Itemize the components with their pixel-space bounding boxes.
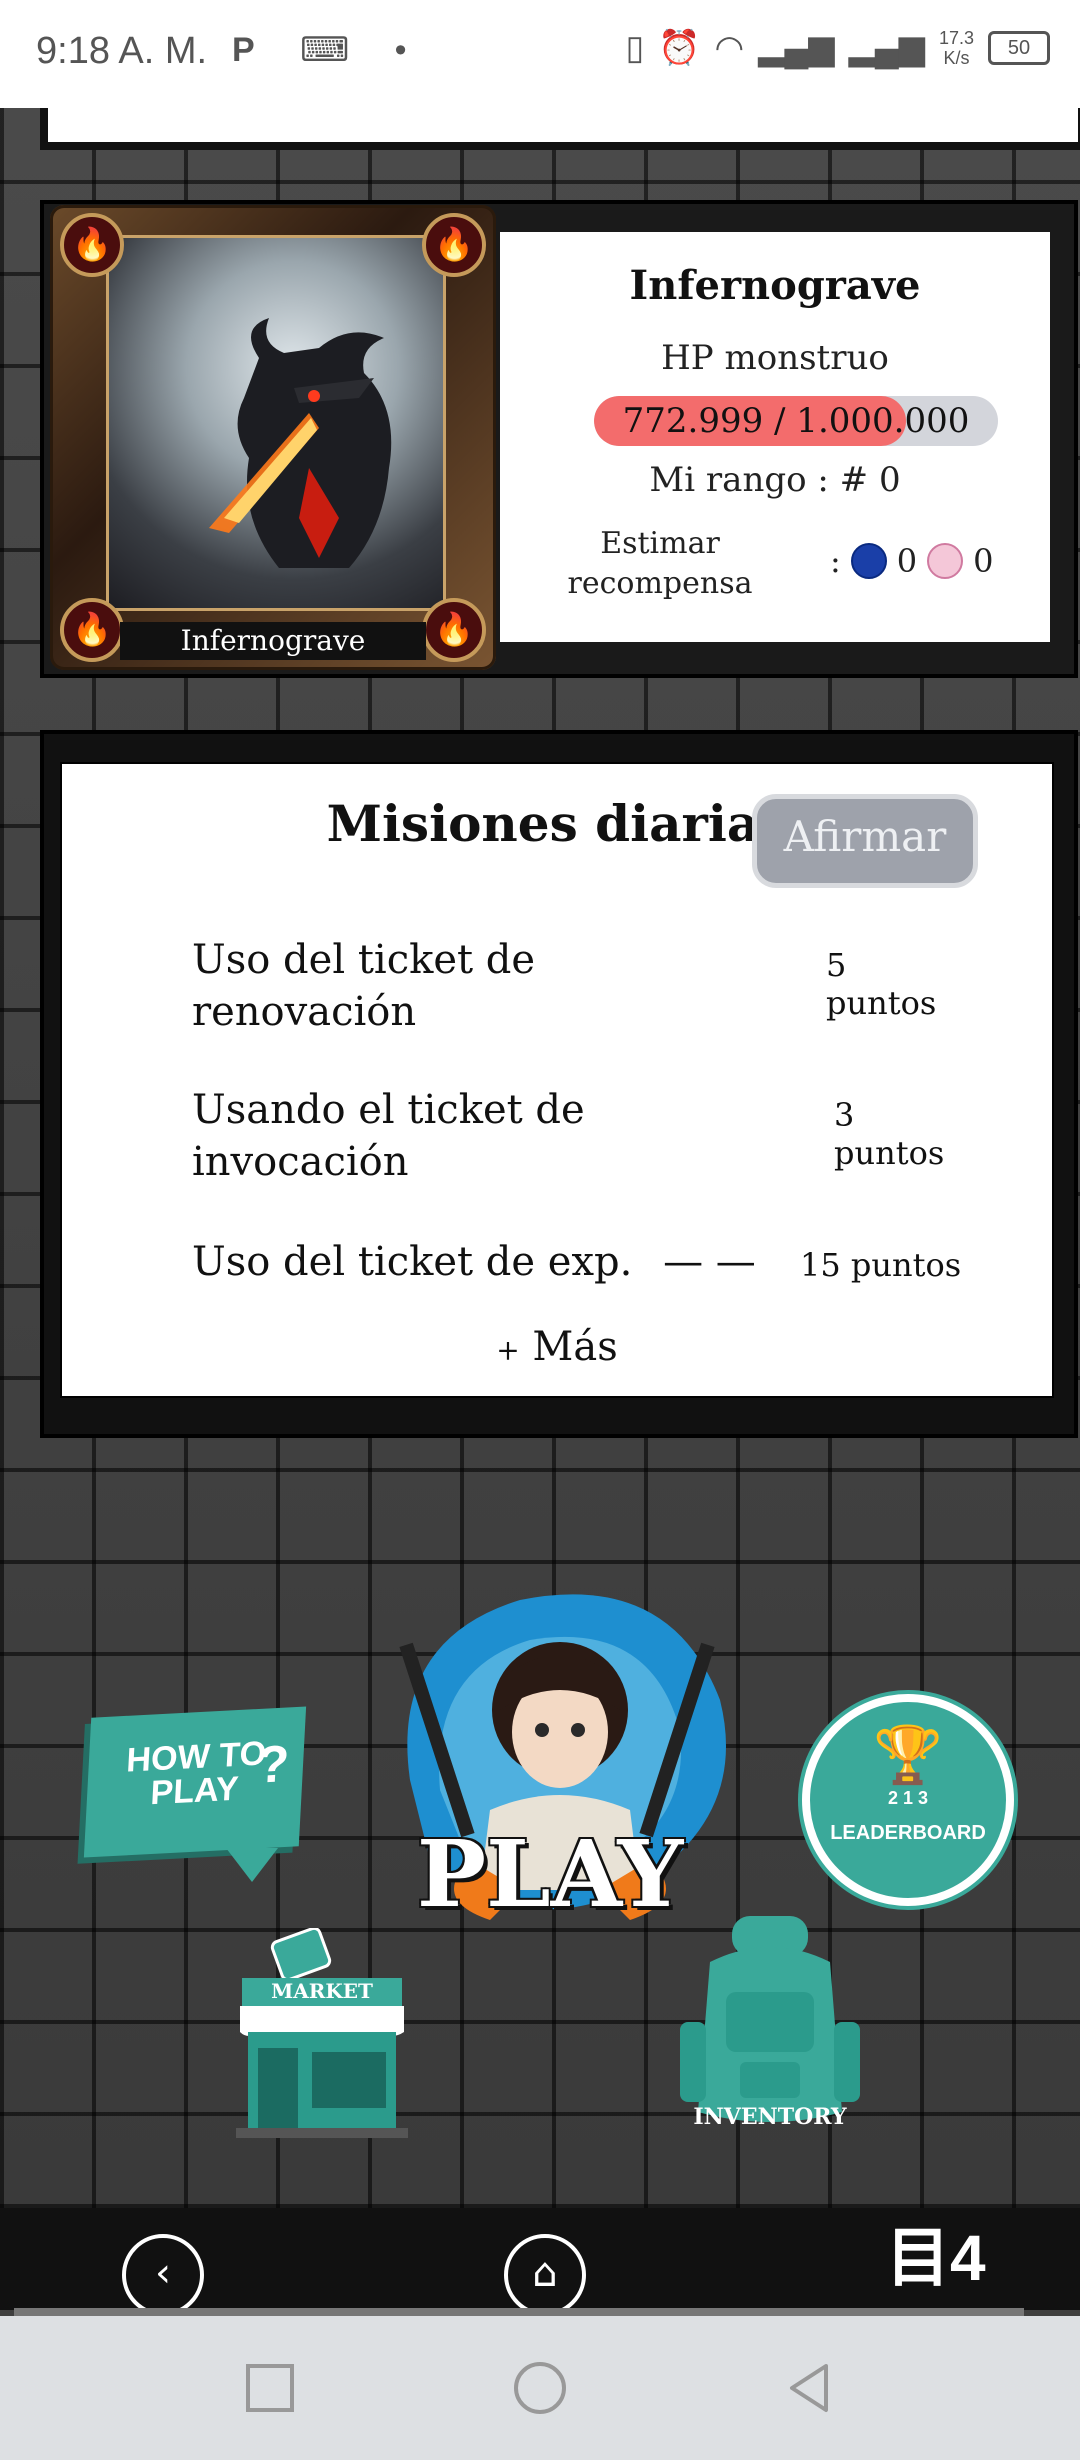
estimated-reward-label: Estimar recompensa bbox=[567, 526, 753, 601]
status-notification-icons: P ⌨ • bbox=[232, 30, 425, 70]
daily-missions-panel: Misiones diarias Afirmar Uso del ticket … bbox=[60, 762, 1054, 1398]
dot-icon: • bbox=[394, 31, 425, 69]
mission-points: 3 puntos bbox=[834, 1096, 945, 1172]
battery-icon: 50 bbox=[988, 31, 1050, 65]
boss-card[interactable]: 🔥 🔥 🔥 🔥 Infernograve bbox=[50, 205, 496, 670]
mission-label: Uso del ticket de exp. — — bbox=[192, 1239, 756, 1285]
dragon-icon bbox=[209, 318, 392, 568]
recent-apps-button[interactable] bbox=[242, 2360, 298, 2416]
network-speed: 17.3 K/s bbox=[938, 28, 974, 68]
mission-points: 5 puntos bbox=[826, 946, 937, 1022]
market-button[interactable]: MARKET bbox=[232, 1928, 412, 2148]
speech-bubble-tail bbox=[226, 1848, 278, 1882]
plus-icon: + bbox=[496, 1333, 520, 1367]
home-button[interactable]: ⌂ bbox=[504, 2234, 586, 2316]
parking-icon: P bbox=[232, 31, 273, 69]
previous-panel-edge bbox=[40, 108, 1080, 150]
inventory-button[interactable]: INVENTORY bbox=[670, 1912, 870, 2142]
signal-icon: ▂▄▆ bbox=[758, 29, 835, 67]
market-label: MARKET bbox=[271, 1979, 373, 2003]
boss-info: Infernograve HP monstruo 772.999 / 1.000… bbox=[500, 232, 1050, 642]
coin-reward: 0 bbox=[973, 542, 994, 580]
mission-dash: — — bbox=[663, 1239, 756, 1285]
game-token-icon bbox=[927, 543, 964, 579]
how-to-play-button[interactable]: HOW TO PLAY ? bbox=[83, 1706, 307, 1858]
boss-name: Infernograve bbox=[629, 262, 921, 309]
fire-icon: 🔥 bbox=[422, 213, 486, 277]
hp-label: HP monstruo bbox=[661, 338, 889, 378]
question-icon: ? bbox=[255, 1735, 291, 1795]
trophy-icon: 🏆 bbox=[873, 1723, 943, 1786]
leaderboard-button[interactable]: 🏆 2 1 3 LEADERBOARD bbox=[802, 1694, 1014, 1906]
status-time: 9:18 A. M. bbox=[36, 30, 208, 72]
home-system-button[interactable] bbox=[512, 2360, 568, 2416]
back-button[interactable]: ‹ bbox=[122, 2234, 204, 2316]
hp-text: 772.999 / 1.000.000 bbox=[622, 401, 970, 441]
alarm-icon: ⏰ bbox=[658, 29, 701, 67]
steem-reward: 0 bbox=[896, 542, 918, 580]
fire-icon: 🔥 bbox=[60, 598, 124, 662]
status-bar: 9:18 A. M. P ⌨ • ▯ ⏰ ◠ ▂▄▆ ▂▄▆ 17.3 K/s … bbox=[0, 0, 1080, 108]
boss-card-art bbox=[106, 235, 446, 611]
confirm-button[interactable]: Afirmar bbox=[752, 794, 978, 888]
more-missions-link[interactable]: + Más bbox=[62, 1324, 1052, 1370]
steem-token-icon bbox=[850, 543, 887, 579]
leaderboard-label: LEADERBOARD bbox=[830, 1822, 986, 1844]
home-icon: ⌂ bbox=[532, 2250, 558, 2296]
vibrate-icon: ▯ bbox=[625, 29, 645, 67]
wifi-icon: ◠ bbox=[714, 29, 745, 67]
gamepad-icon: ⌨ bbox=[300, 31, 368, 69]
scroll-indicator bbox=[14, 2308, 1024, 2316]
mission-label: Usando el ticket de invocación bbox=[192, 1087, 585, 1185]
play-button[interactable]: PLAY bbox=[400, 1820, 700, 1928]
signal-2-icon: ▂▄▆ bbox=[848, 29, 925, 67]
mission-points: 15 puntos bbox=[800, 1246, 962, 1284]
my-rank: Mi rango : # 0 bbox=[649, 460, 901, 500]
estimated-reward-values: : 0 0 bbox=[830, 542, 994, 580]
app-logo[interactable]: 目4 bbox=[886, 2226, 986, 2290]
fire-icon: 🔥 bbox=[60, 213, 124, 277]
back-system-button[interactable] bbox=[782, 2360, 838, 2416]
mission-label: Uso del ticket de renovación bbox=[192, 937, 536, 1035]
chevron-left-icon: ‹ bbox=[155, 2250, 171, 2296]
inventory-label: INVENTORY bbox=[693, 2104, 846, 2130]
fire-icon: 🔥 bbox=[422, 598, 486, 662]
card-name-plate: Infernograve bbox=[120, 622, 426, 660]
hp-bar: 772.999 / 1.000.000 bbox=[594, 396, 998, 446]
system-nav-bar bbox=[0, 2316, 1080, 2460]
podium-numbers: 2 1 3 bbox=[887, 1788, 929, 1808]
